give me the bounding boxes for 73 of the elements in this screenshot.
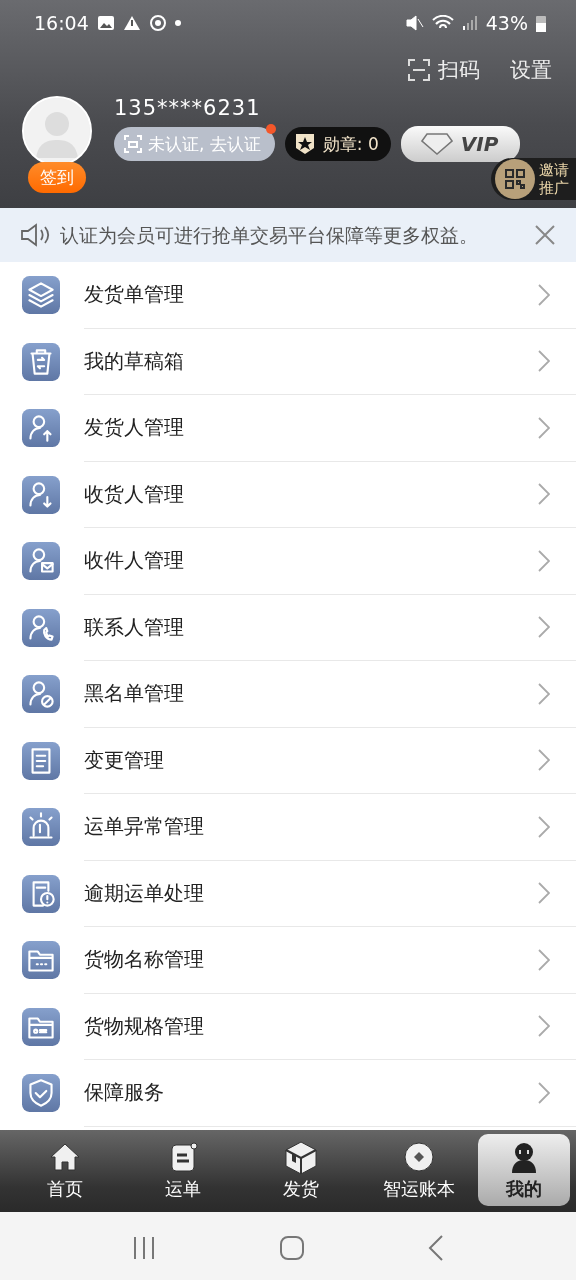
close-icon[interactable]: [534, 224, 556, 246]
person-mail-icon: [22, 542, 60, 581]
chevron-right-icon: [538, 882, 550, 905]
chevron-right-icon: [538, 749, 550, 772]
menu-item[interactable]: 黑名单管理: [84, 661, 576, 728]
box-icon: [283, 1139, 319, 1175]
menu-item[interactable]: 变更管理: [84, 727, 576, 794]
tab[interactable]: 智运账本: [360, 1134, 478, 1206]
settings-link[interactable]: 设置: [510, 56, 552, 84]
battery-percent: 43%: [485, 12, 528, 34]
folder-card-icon: [22, 1007, 60, 1046]
chevron-right-icon: [538, 549, 550, 572]
chevron-right-icon: [538, 483, 550, 506]
image-icon: [96, 15, 115, 31]
menu-item[interactable]: 我的草稿箱: [84, 328, 576, 395]
sync-icon: [148, 14, 167, 32]
menu-item[interactable]: 货物名称管理: [84, 927, 576, 994]
scan-button[interactable]: 扫码: [408, 56, 480, 84]
menu-item[interactable]: 收货人管理: [84, 461, 576, 528]
person-block-icon: [22, 675, 60, 714]
chevron-right-icon: [538, 416, 550, 439]
chevron-right-icon: [538, 948, 550, 971]
notice-text: 认证为会员可进行抢单交易平台保障等更多权益。: [60, 223, 479, 248]
menu-item[interactable]: 保障服务: [84, 1060, 576, 1127]
coin-icon: [401, 1139, 437, 1175]
home-icon[interactable]: [280, 1236, 304, 1260]
mute-icon: [405, 15, 424, 31]
tab[interactable]: 运单: [124, 1134, 242, 1206]
warning-icon: [122, 15, 141, 31]
scan-icon: [408, 59, 430, 81]
menu-item[interactable]: 发货单管理: [84, 262, 576, 329]
diamond-icon: [420, 133, 453, 155]
person-up-icon: [22, 409, 60, 448]
chevron-right-icon: [538, 815, 550, 838]
speaker-icon: [20, 222, 52, 248]
person-phone-icon: [22, 608, 60, 647]
dot-icon: [174, 20, 181, 26]
menu-item[interactable]: 联系人管理: [84, 594, 576, 661]
scan-icon: [124, 135, 142, 153]
tab[interactable]: 首页: [6, 1134, 124, 1206]
person-down-icon: [22, 475, 60, 514]
layers-icon: [22, 276, 60, 315]
menu-item[interactable]: 逾期运单处理: [84, 860, 576, 927]
chevron-right-icon: [538, 1015, 550, 1038]
signal-icon: [461, 15, 478, 31]
menu-item[interactable]: 运单异常管理: [84, 794, 576, 861]
tab[interactable]: 我的: [478, 1134, 570, 1206]
bin-icon: [22, 342, 60, 381]
menu-item[interactable]: 发货人管理: [84, 395, 576, 462]
star-badge-icon: [294, 133, 315, 155]
doc-alert-icon: [22, 874, 60, 913]
menu-item[interactable]: 货物规格管理: [84, 993, 576, 1060]
tab[interactable]: 发货: [242, 1134, 360, 1206]
battery-icon: [536, 14, 546, 32]
qr-code-icon: [495, 159, 535, 199]
chevron-right-icon: [538, 616, 550, 639]
chevron-right-icon: [538, 350, 550, 373]
alarm-icon: [22, 808, 60, 847]
status-time: 16:04: [34, 12, 89, 34]
chevron-right-icon: [538, 682, 550, 705]
phone-number: 135****6231: [114, 96, 262, 120]
back-icon[interactable]: [428, 1235, 444, 1261]
invite-button[interactable]: 邀请推广: [491, 158, 576, 200]
wifi-icon: [431, 15, 454, 31]
form-icon: [22, 741, 60, 780]
shield-icon: [22, 1074, 60, 1113]
folder-dots-icon: [22, 941, 60, 980]
menu-item[interactable]: 收件人管理: [84, 528, 576, 595]
chevron-right-icon: [538, 283, 550, 306]
recent-apps-icon[interactable]: [132, 1236, 156, 1260]
medal-button[interactable]: 勋章: 0: [284, 127, 391, 161]
chevron-right-icon: [538, 1081, 550, 1104]
vip-button[interactable]: VIP: [400, 126, 521, 162]
